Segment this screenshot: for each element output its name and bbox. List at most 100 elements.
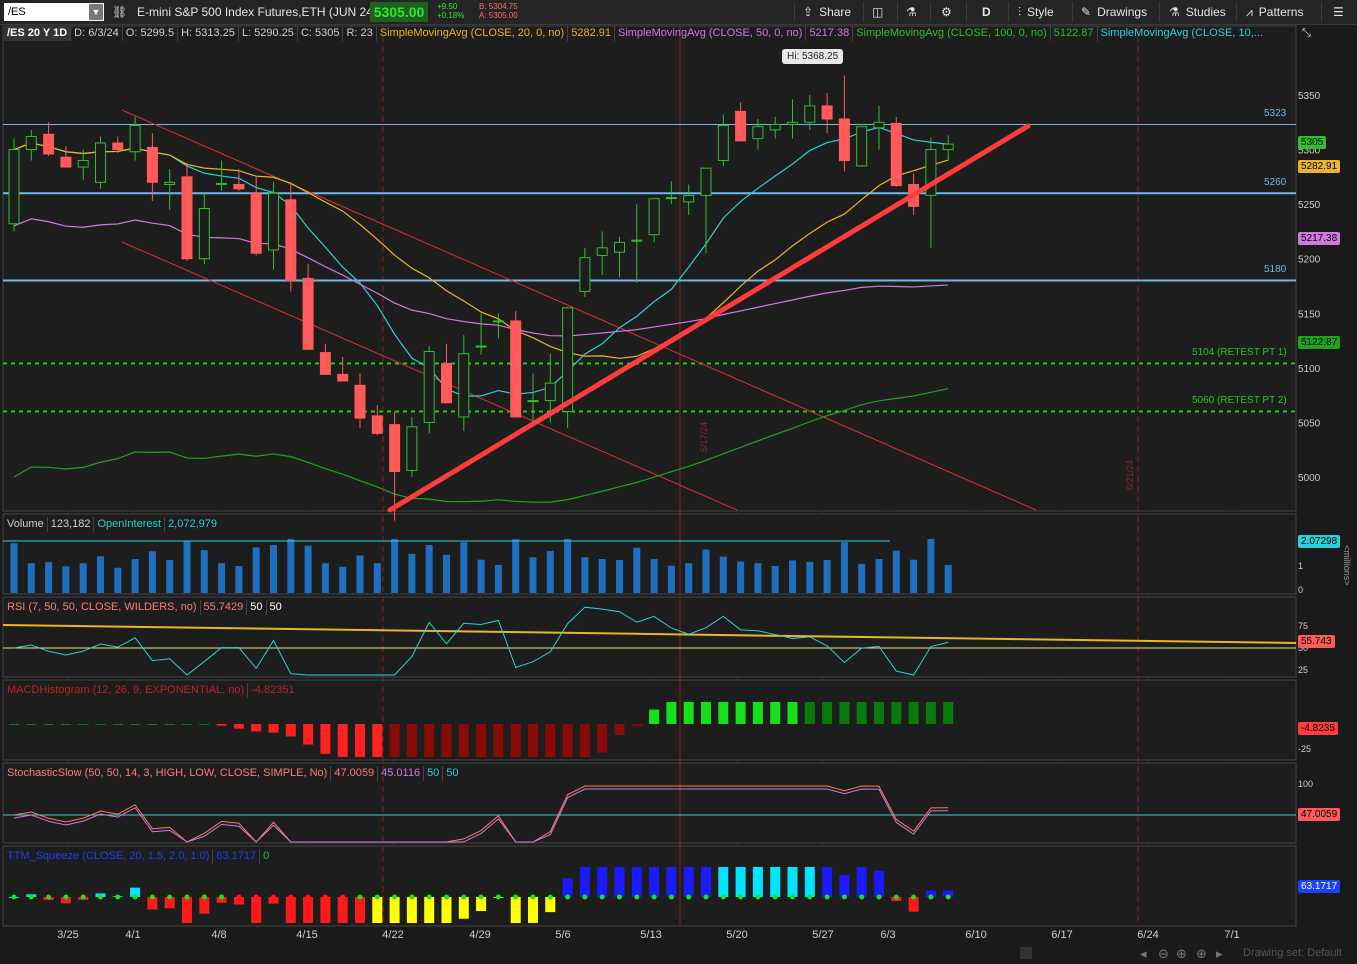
volume-bar bbox=[425, 545, 433, 593]
y-tick-label: -25 bbox=[1298, 744, 1311, 754]
chart-title[interactable]: /ES 20 Y 1D bbox=[4, 26, 72, 41]
squeeze-dot bbox=[703, 894, 709, 900]
pan-left-icon[interactable]: ◂ bbox=[1140, 946, 1147, 962]
zoom-out-icon[interactable]: ⊖ bbox=[1158, 946, 1169, 962]
price-panel-header: /ES 20 Y 1D D: 6/3/24 O: 5299.5 H: 5313.… bbox=[4, 26, 1266, 41]
volume-bar bbox=[892, 550, 900, 593]
y-tick-label: 100 bbox=[1298, 779, 1313, 789]
sma10-label[interactable]: SimpleMovingAvg (CLOSE, 10,... bbox=[1098, 26, 1266, 41]
sma20-label[interactable]: SimpleMovingAvg (CLOSE, 20, 0, no) bbox=[377, 26, 569, 41]
volume-label[interactable]: Volume bbox=[4, 517, 48, 532]
macd-label[interactable]: MACDHistogram (12, 26, 9, EXPONENTIAL, n… bbox=[4, 683, 249, 698]
macd-bar bbox=[303, 724, 314, 745]
squeeze-bar bbox=[649, 867, 660, 897]
macd-bar bbox=[43, 724, 54, 725]
candle-body bbox=[302, 277, 314, 350]
macd-bar bbox=[510, 724, 521, 757]
scrollbar-thumb[interactable] bbox=[1020, 947, 1032, 959]
volume-bar bbox=[581, 557, 589, 593]
volume-bar bbox=[685, 563, 693, 593]
stoch-label[interactable]: StochasticSlow (50, 50, 14, 3, HIGH, LOW… bbox=[4, 766, 332, 781]
candle-body bbox=[371, 415, 383, 434]
macd-bar bbox=[614, 724, 625, 735]
sma50-tag: 5217.38 bbox=[1298, 232, 1341, 245]
macd-bar bbox=[666, 702, 677, 724]
sma100-label[interactable]: SimpleMovingAvg (CLOSE, 100, 0, no) bbox=[853, 26, 1051, 41]
volume-bar bbox=[823, 560, 831, 593]
volume-bar bbox=[512, 539, 520, 593]
sma100-value: 5122.87 bbox=[1051, 26, 1098, 41]
squeeze-dot bbox=[859, 894, 865, 900]
macd-bar bbox=[925, 702, 936, 724]
y-tick-label: 5150 bbox=[1298, 309, 1321, 320]
squeeze-bar bbox=[389, 897, 400, 923]
y-tick-label: 25 bbox=[1298, 665, 1308, 675]
chart-canvas[interactable]: 3/25 4/1 4/8 4/15 4/22 4/29 5/6 5/13 5/20 5/27 6/3… bbox=[0, 0, 1357, 944]
candle-body bbox=[683, 194, 695, 203]
high-callout: Hi: 5368.25 bbox=[782, 49, 844, 64]
squeeze-dot bbox=[841, 894, 847, 900]
y-tick-label: 5100 bbox=[1298, 364, 1321, 375]
squeeze-dot bbox=[80, 894, 86, 900]
squeeze-dot bbox=[928, 894, 934, 900]
candle-body bbox=[752, 126, 764, 140]
squeeze-bar bbox=[424, 897, 435, 923]
macd-bar bbox=[441, 724, 452, 757]
sma50-label[interactable]: SimpleMovingAvg (CLOSE, 50, 0, no) bbox=[615, 26, 807, 41]
pan-right-icon[interactable]: ▸ bbox=[1216, 946, 1223, 962]
marker-6-21-label: 6/21/24 bbox=[1125, 459, 1135, 490]
x-tick-label: 3/25 bbox=[57, 929, 78, 941]
squeeze-dot bbox=[807, 894, 813, 900]
macd-bar bbox=[579, 724, 590, 757]
zoom-in-icon[interactable]: ⊕ bbox=[1196, 946, 1207, 962]
squeeze-dot bbox=[409, 894, 415, 900]
candle-body bbox=[25, 135, 37, 151]
volume-bar bbox=[633, 547, 641, 593]
candle-body bbox=[648, 198, 660, 236]
squeeze-dot bbox=[184, 894, 190, 900]
volume-bar bbox=[754, 563, 762, 593]
macd-bar bbox=[839, 702, 850, 724]
volume-bar bbox=[321, 563, 329, 593]
squeeze-dot bbox=[547, 894, 553, 900]
candle-body bbox=[873, 121, 885, 129]
macd-bar bbox=[701, 702, 711, 724]
bar-high: H: 5313.25 bbox=[178, 26, 239, 41]
squeeze-dot bbox=[63, 894, 69, 900]
drawing-set[interactable]: Drawing set: Default bbox=[1243, 947, 1342, 959]
macd-bar bbox=[147, 724, 158, 725]
collapse-icon[interactable]: ⤡ bbox=[1302, 27, 1311, 40]
candle-body bbox=[787, 121, 798, 125]
squeeze-dot bbox=[115, 894, 121, 900]
candle-body bbox=[769, 123, 781, 131]
macd-bar bbox=[268, 724, 279, 733]
oi-label[interactable]: OpenInterest bbox=[94, 517, 166, 532]
macd-bar bbox=[562, 724, 573, 757]
squeeze-bar bbox=[458, 897, 469, 919]
zoom-icon[interactable]: ⊕ bbox=[1176, 946, 1187, 962]
squeeze-bar bbox=[355, 897, 365, 923]
candle-body bbox=[475, 345, 487, 348]
x-tick-label: 4/8 bbox=[211, 929, 226, 941]
volume-bar bbox=[789, 560, 796, 593]
rsi-value: 55.7429 bbox=[201, 600, 248, 615]
squeeze-dot bbox=[461, 894, 467, 900]
squeeze-bar bbox=[874, 870, 884, 897]
x-tick-label: 4/22 bbox=[382, 929, 403, 941]
volume-bar bbox=[10, 543, 18, 593]
squeeze-bar bbox=[406, 897, 417, 923]
volume-bar bbox=[875, 559, 883, 593]
squeeze-label[interactable]: TTM_Squeeze (CLOSE, 20, 1.5, 2.0, 1.0) bbox=[4, 849, 214, 864]
x-tick-label: 6/17 bbox=[1051, 929, 1072, 941]
squeeze-bar bbox=[597, 867, 608, 897]
bar-low: L: 5290.25 bbox=[239, 26, 298, 41]
rsi-label[interactable]: RSI (7, 50, 50, CLOSE, WILDERS, no) bbox=[4, 600, 201, 615]
squeeze-dot bbox=[374, 894, 380, 900]
candle-body bbox=[77, 159, 89, 168]
candle-body bbox=[614, 241, 625, 253]
rsi-level-b: 50 bbox=[269, 601, 282, 613]
squeeze-dot bbox=[772, 894, 778, 900]
squeeze-dot bbox=[305, 894, 311, 900]
volume-bar bbox=[460, 542, 468, 593]
squeeze-dot bbox=[167, 894, 173, 900]
